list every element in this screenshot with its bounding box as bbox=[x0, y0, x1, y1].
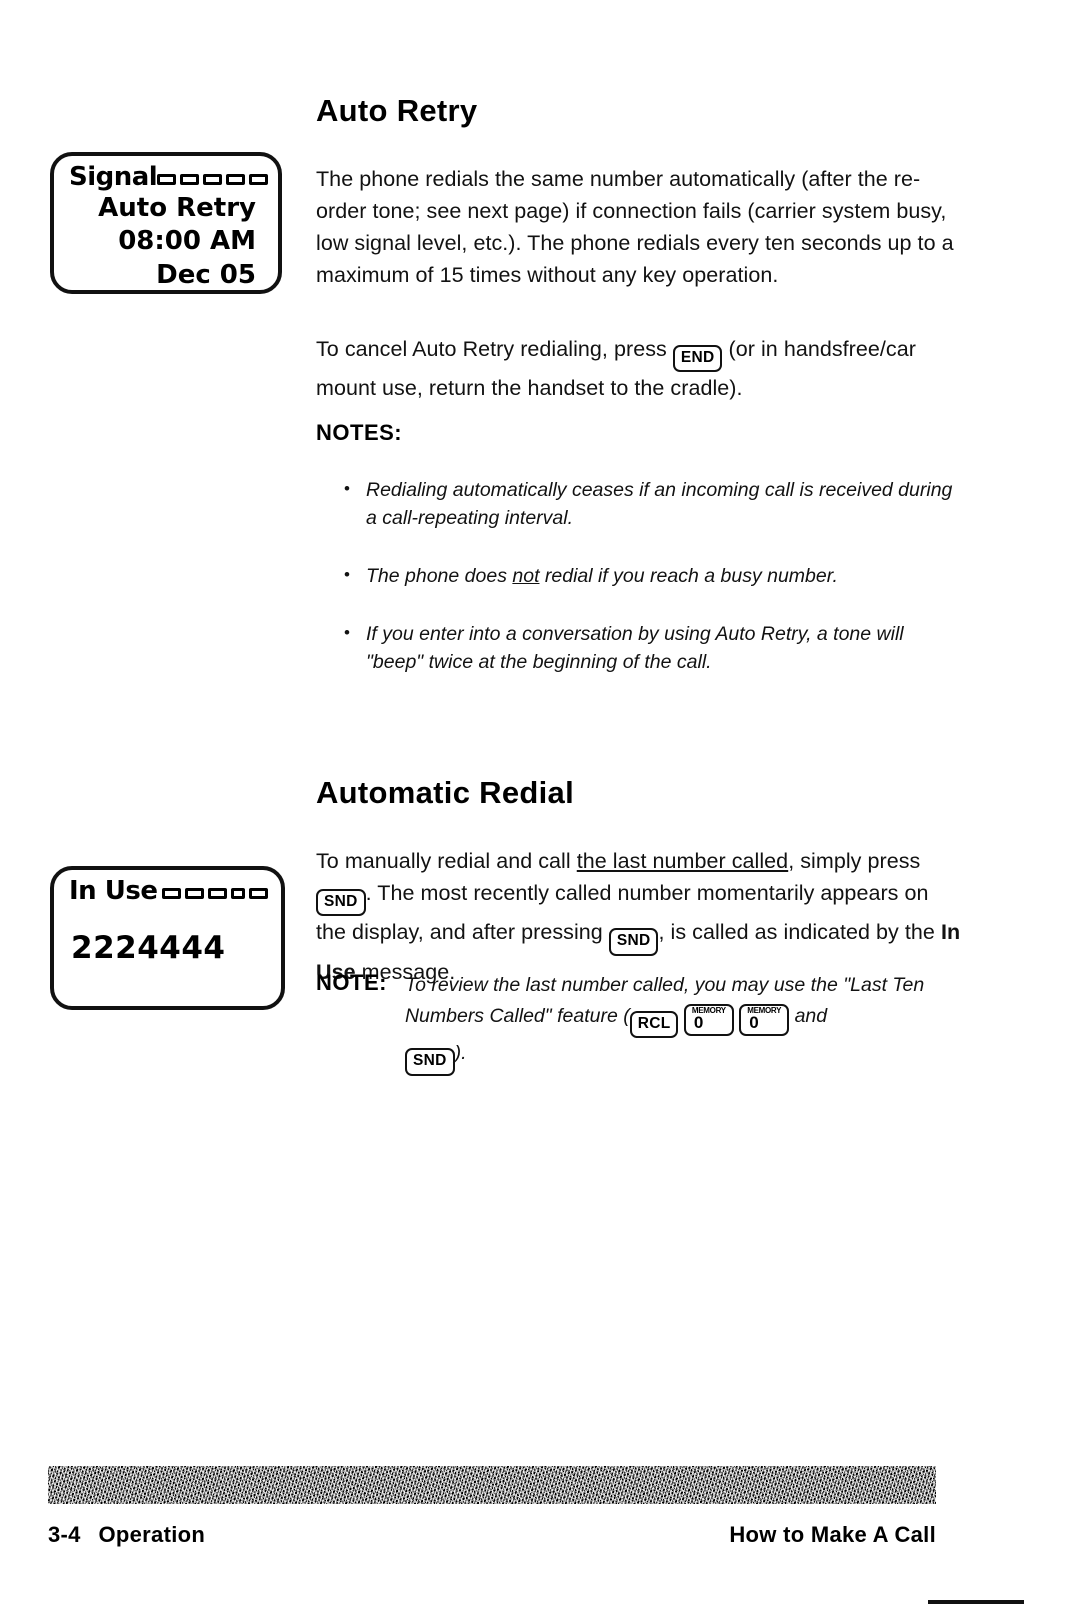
page-number: 3-4 bbox=[48, 1522, 81, 1547]
lcd-phone-number: 2224444 bbox=[71, 930, 226, 966]
lcd-text-lines: Auto Retry 08:00 AM Dec 05 bbox=[54, 190, 278, 292]
redial-text-underlined: the last number called bbox=[576, 849, 789, 873]
paragraph-automatic-redial: To manually redial and call the last num… bbox=[316, 845, 961, 988]
signal-strength-icon bbox=[157, 170, 269, 185]
signal-bar bbox=[162, 887, 181, 899]
lcd-top-row: Signal bbox=[54, 156, 278, 190]
lcd-line-date: Dec 05 bbox=[156, 259, 256, 290]
note-text: Redialing automatically ceases if an inc… bbox=[366, 479, 953, 529]
snd-key-icon: SND bbox=[316, 889, 366, 917]
notes-label: NOTES: bbox=[316, 420, 403, 445]
lcd-top-row: In Use bbox=[54, 870, 281, 904]
note-item: If you enter into a conversation by usin… bbox=[340, 619, 965, 676]
signal-bar bbox=[157, 173, 177, 185]
paragraph-cancel-auto-retry: To cancel Auto Retry redialing, press EN… bbox=[316, 333, 961, 404]
footer-section-label: How to Make A Call bbox=[729, 1522, 936, 1547]
signal-strength-icon bbox=[162, 884, 268, 899]
footer-chapter-label: Operation bbox=[98, 1522, 206, 1547]
section-heading-auto-retry: Auto Retry bbox=[316, 93, 478, 128]
redial-text-part1: To manually redial and call bbox=[316, 849, 571, 873]
signal-bar bbox=[185, 887, 204, 899]
notes-list: Redialing automatically ceases if an inc… bbox=[340, 475, 965, 676]
signal-bar bbox=[226, 173, 246, 185]
paragraph-auto-retry-intro: The phone redials the same number automa… bbox=[316, 167, 954, 287]
memory-zero-key-icon: MEMORY 0 bbox=[739, 1004, 790, 1036]
footer-left: 3-4 Operation bbox=[48, 1522, 205, 1548]
redial-text-part2: , simply press bbox=[788, 849, 921, 873]
signal-bar bbox=[208, 887, 227, 899]
signal-bar bbox=[231, 887, 245, 899]
signal-bar bbox=[249, 887, 268, 899]
note-body: To review the last number called, you ma… bbox=[404, 970, 966, 1076]
bottom-rule bbox=[928, 1600, 1024, 1604]
memory-zero-key-icon: MEMORY 0 bbox=[683, 1004, 734, 1036]
signal-bar bbox=[180, 173, 200, 185]
section-heading-automatic-redial: Automatic Redial bbox=[316, 775, 575, 810]
note-text-after: redial if you reach a busy number. bbox=[544, 565, 838, 587]
redial-text-part4: , is called as indicated by the bbox=[658, 920, 935, 945]
memory-key-digit: 0 bbox=[749, 1013, 759, 1032]
note-item: The phone does not redial if you reach a… bbox=[340, 561, 965, 590]
note-tag: NOTE: bbox=[316, 970, 387, 995]
snd-key-icon: SND bbox=[608, 928, 659, 956]
end-key-icon: END bbox=[672, 345, 723, 373]
note-text-underlined: not bbox=[512, 565, 540, 587]
lcd-display-auto-retry: Signal Auto Retry 08:00 AM Dec 05 bbox=[50, 152, 282, 294]
lcd-display-in-use: In Use 2224444 bbox=[50, 866, 285, 1010]
lcd-line-feature: Auto Retry bbox=[98, 193, 256, 223]
footer-separator-bar bbox=[48, 1466, 936, 1504]
lcd-line-time: 08:00 AM bbox=[118, 226, 256, 257]
rcl-key-icon: RCL bbox=[629, 1011, 679, 1039]
signal-bar bbox=[203, 173, 223, 185]
cancel-text-before: To cancel Auto Retry redialing, press bbox=[316, 337, 667, 361]
lcd-status-label: In Use bbox=[69, 876, 158, 906]
manual-page: Signal Auto Retry 08:00 AM Dec 05 In Use bbox=[0, 0, 1080, 1624]
note-item: Redialing automatically ceases if an inc… bbox=[340, 475, 965, 532]
snd-key-icon: SND bbox=[404, 1048, 455, 1076]
note-text-part3: ). bbox=[454, 1042, 467, 1065]
memory-key-digit: 0 bbox=[693, 1013, 704, 1032]
note-text-before: The phone does bbox=[366, 565, 507, 587]
note-text: If you enter into a conversation by usin… bbox=[366, 623, 904, 673]
signal-bar bbox=[249, 173, 269, 185]
note-block: NOTE: To review the last number called, … bbox=[316, 970, 966, 1076]
lcd-status-label: Signal bbox=[69, 162, 158, 192]
footer: 3-4 Operation How to Make A Call bbox=[48, 1522, 936, 1548]
note-text-part2: and bbox=[794, 1005, 828, 1027]
